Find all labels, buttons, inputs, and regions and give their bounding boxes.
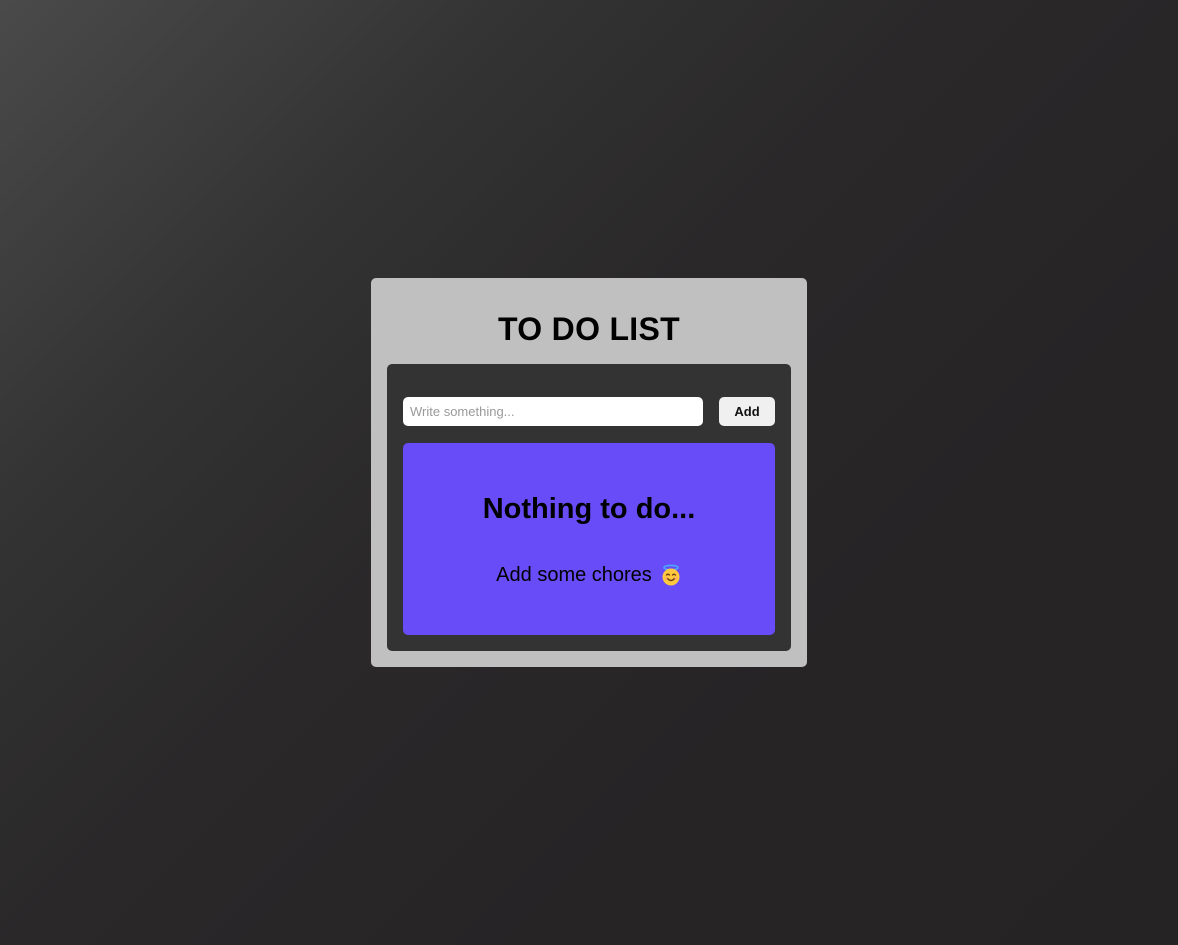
add-button[interactable]: Add [719, 397, 775, 426]
todo-panel: Add Nothing to do... Add some chores [387, 364, 791, 651]
empty-state: Nothing to do... Add some chores [403, 443, 775, 635]
app-title: TO DO LIST [498, 311, 680, 347]
smiling-face-with-halo-icon [660, 564, 682, 586]
empty-state-message: Add some chores [496, 564, 652, 586]
todo-card: TO DO LIST Add Nothing to do... Add some… [371, 278, 807, 667]
empty-state-heading: Nothing to do... [482, 493, 696, 525]
task-input[interactable] [403, 397, 703, 426]
empty-state-message-row: Add some chores [403, 562, 775, 588]
